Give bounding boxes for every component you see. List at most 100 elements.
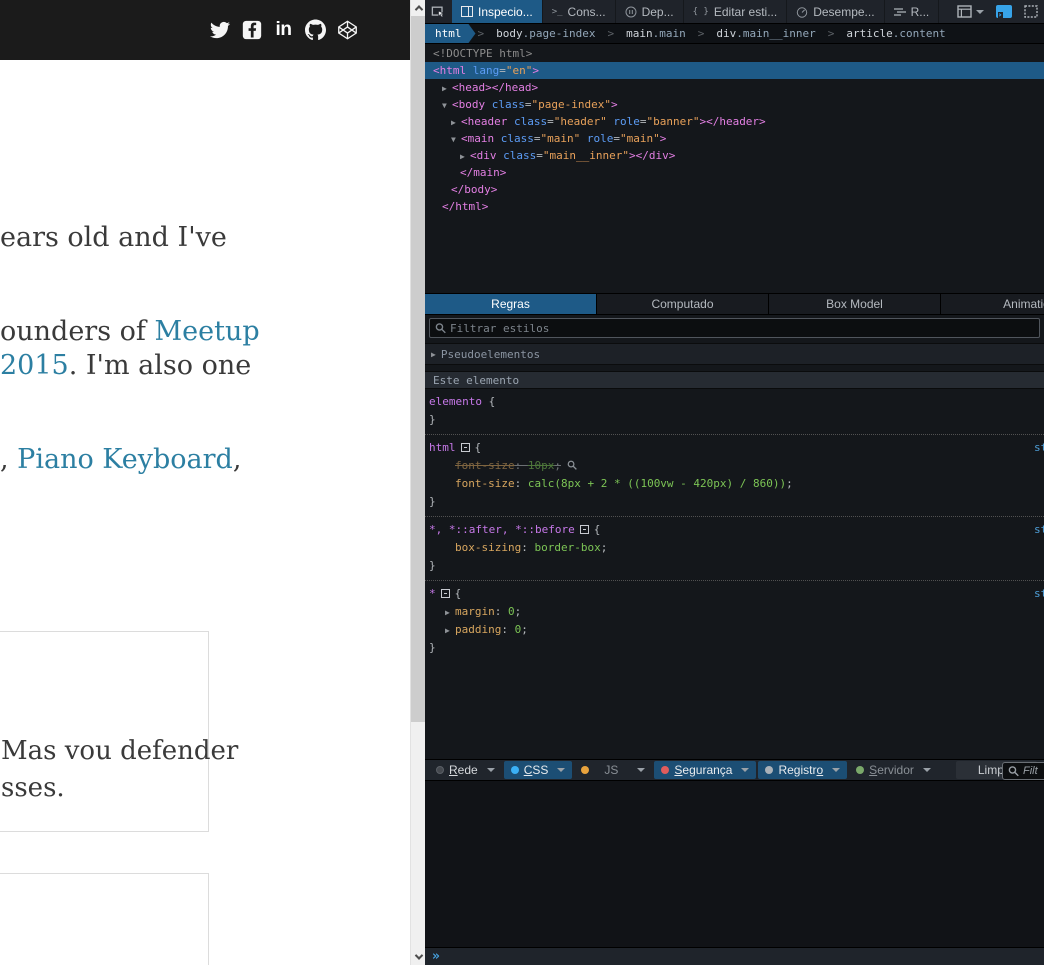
breadcrumb-item-body[interactable]: body .page-index xyxy=(486,24,605,43)
code-line[interactable]: ▶ <header class="header" role="banner"></… xyxy=(425,113,1044,130)
chevron-right-icon: ▶ xyxy=(431,349,436,359)
chevron-down-icon xyxy=(741,768,750,772)
code-line[interactable]: ▶ <div class="main__inner"></div> xyxy=(425,147,1044,164)
code-segment: : xyxy=(514,477,528,490)
pseudo-elements-row[interactable]: ▶ Pseudoelementos xyxy=(425,343,1044,365)
stylesheet-link[interactable]: st xyxy=(1034,585,1044,603)
filter-css-button[interactable]: CSS xyxy=(503,761,573,779)
page-scrollbar[interactable] xyxy=(410,0,426,965)
github-icon[interactable] xyxy=(305,19,326,41)
code-segment: lang xyxy=(466,64,500,77)
frame-select-button[interactable] xyxy=(951,0,990,23)
tab-console[interactable]: >_ Cons... xyxy=(543,0,616,23)
linkedin-icon[interactable]: in xyxy=(273,19,294,41)
code-segment: </body> xyxy=(451,183,498,196)
code-segment: { xyxy=(481,395,496,408)
filter-js-button[interactable]: JS xyxy=(574,761,652,779)
code-line[interactable]: </body> xyxy=(425,181,1044,198)
tab-computed[interactable]: Computado xyxy=(597,294,769,314)
tab-animations[interactable]: Animatio xyxy=(941,294,1044,314)
style-filter-input[interactable] xyxy=(429,318,1040,338)
code-line[interactable]: <!DOCTYPE html> xyxy=(425,45,1044,62)
tab-rules[interactable]: Regras xyxy=(425,294,597,314)
scrollbar-thumb[interactable] xyxy=(411,16,426,722)
twisty-open-icon[interactable]: ▼ xyxy=(442,97,452,114)
code-segment: ></header> xyxy=(699,115,766,128)
highlight-selector-icon[interactable] xyxy=(440,589,450,598)
net-dot-icon xyxy=(436,766,444,774)
twisty-open-icon[interactable]: ▼ xyxy=(451,131,461,148)
code-segment: ></div> xyxy=(628,149,676,162)
code-line[interactable]: <html lang="en"> xyxy=(425,62,1044,79)
twisty-closed-icon[interactable]: ▶ xyxy=(460,148,470,165)
code-line[interactable]: ▶ padding: 0; xyxy=(425,621,1044,639)
year-link[interactable]: 2015 xyxy=(0,350,69,381)
console-output[interactable] xyxy=(425,781,1044,947)
code-segment: = xyxy=(524,98,532,111)
filter-server-button[interactable]: Servidor xyxy=(849,761,938,779)
code-line[interactable]: ▶ <head></head> xyxy=(425,79,1044,96)
pick-element-button[interactable] xyxy=(425,0,452,23)
console-search xyxy=(1002,762,1044,780)
tab-performance[interactable]: Desempe... xyxy=(787,0,885,23)
facebook-icon[interactable] xyxy=(241,20,262,41)
site-header: in xyxy=(0,0,410,60)
console-input-row[interactable]: » xyxy=(425,947,1044,965)
twisty-closed-icon[interactable]: ▶ xyxy=(445,604,455,622)
code-line[interactable]: ▶ margin: 0; xyxy=(425,603,1044,621)
code-line[interactable]: } xyxy=(425,557,1044,575)
breadcrumb-item-main[interactable]: main .main xyxy=(616,24,696,43)
twisty-closed-icon[interactable]: ▶ xyxy=(451,114,461,131)
code-segment: ; xyxy=(786,477,793,490)
piano-keyboard-link[interactable]: Piano Keyboard xyxy=(17,444,233,475)
code-segment: ; xyxy=(521,623,528,636)
code-line[interactable]: } xyxy=(425,639,1044,657)
scrollbar-up-button[interactable] xyxy=(411,0,426,16)
code-line[interactable]: ▼ <body class="page-index"> xyxy=(425,96,1044,113)
code-segment: <div xyxy=(470,149,497,162)
code-line[interactable]: </main> xyxy=(425,164,1044,181)
devtools-panel: Inspecio... >_ Cons... Dep... { } Editar… xyxy=(425,0,1044,965)
code-segment: padding xyxy=(455,623,502,636)
breadcrumb-item-div[interactable]: div .main__inner xyxy=(706,24,825,43)
code-line[interactable]: elemento { xyxy=(425,393,1044,411)
responsive-design-mode-button[interactable] xyxy=(990,0,1018,23)
code-line[interactable]: ▼ <main class="main" role="main"> xyxy=(425,130,1044,147)
twisty-closed-icon[interactable]: ▶ xyxy=(445,622,455,640)
meetup-link[interactable]: Meetup xyxy=(154,316,259,347)
filter-logging-button[interactable]: Registro xyxy=(758,761,848,779)
breadcrumb-item-html[interactable]: html xyxy=(425,24,476,43)
tab-debugger[interactable]: Dep... xyxy=(616,0,684,23)
stylesheet-link[interactable]: st xyxy=(1034,439,1044,457)
highlight-selector-icon[interactable] xyxy=(460,443,470,452)
twitter-icon[interactable] xyxy=(209,20,230,41)
tab-box-model[interactable]: Box Model xyxy=(769,294,941,314)
code-line[interactable]: } xyxy=(425,411,1044,429)
codepen-icon[interactable] xyxy=(337,20,358,41)
code-line[interactable]: html {st xyxy=(425,439,1044,457)
highlight-selector-icon[interactable] xyxy=(579,525,589,534)
code-line[interactable]: font-size: 10px; xyxy=(425,457,1044,475)
code-segment: "en" xyxy=(505,64,533,77)
code-line[interactable]: } xyxy=(425,493,1044,511)
filter-security-button[interactable]: Segurança xyxy=(654,761,757,779)
twisty-closed-icon[interactable]: ▶ xyxy=(442,80,452,97)
code-line[interactable]: * {st xyxy=(425,585,1044,603)
code-segment: = xyxy=(499,64,506,77)
code-line[interactable]: font-size: calc(8px + 2 * ((100vw - 420p… xyxy=(425,475,1044,493)
breadcrumb: html > body .page-index > main .main > div… xyxy=(425,24,1044,44)
code-line[interactable]: box-sizing: border-box; xyxy=(425,539,1044,557)
tab-network[interactable]: R... xyxy=(885,0,940,23)
chevron-down-icon xyxy=(922,768,931,772)
rules-view: elemento {} html{st font-size: 10px; font-… xyxy=(425,389,1044,662)
breadcrumb-item-article[interactable]: article .content xyxy=(836,24,955,43)
breadcrumb-separator: > xyxy=(607,27,615,40)
code-line[interactable]: </html> xyxy=(425,198,1044,215)
tab-style-editor[interactable]: { } Editar esti... xyxy=(684,0,788,23)
measure-tool-button[interactable] xyxy=(1018,0,1044,23)
code-line[interactable]: *, *::after, *::before {st xyxy=(425,521,1044,539)
scrollbar-down-button[interactable] xyxy=(411,949,426,965)
filter-net-button[interactable]: Rede xyxy=(429,761,502,779)
tab-inspector[interactable]: Inspecio... xyxy=(452,0,543,23)
stylesheet-link[interactable]: st xyxy=(1034,521,1044,539)
